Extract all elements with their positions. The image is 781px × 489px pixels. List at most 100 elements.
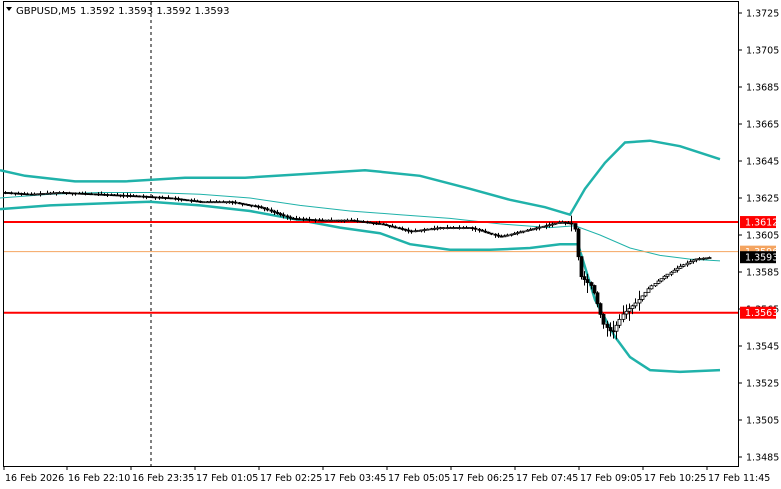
y-tick-label: 1.3545: [746, 342, 779, 353]
candle-bull: [531, 228, 536, 231]
candle-bull: [35, 193, 40, 196]
candle-bear: [483, 230, 488, 233]
candle-bull: [435, 227, 440, 230]
x-tick-label: 17 Feb 02:25: [260, 473, 322, 484]
candle-bear: [291, 217, 296, 220]
candle-bull: [669, 271, 674, 275]
candle-bull: [633, 302, 638, 307]
candle-bear: [384, 224, 389, 226]
candle-bull: [550, 223, 555, 226]
candle-bear: [61, 192, 66, 194]
candle-bull: [617, 318, 622, 326]
candle-bull: [457, 227, 462, 230]
candle-bull: [649, 285, 654, 290]
candle-bear: [489, 232, 494, 235]
candle-bull: [525, 229, 530, 232]
candle-bear: [121, 194, 126, 197]
y-tick-label: 1.3725: [746, 9, 779, 20]
chart-svg: 1.3725 1.3705 1.3685 1.3665 1.3645 1.3625 1.36…: [0, 1, 779, 484]
candle-bear: [185, 199, 190, 202]
candle-bear: [573, 223, 578, 230]
candle-bear: [192, 200, 197, 202]
x-tick-label: 16 Feb 2026: [5, 473, 64, 484]
candle-bear: [352, 219, 357, 222]
candle-bear: [105, 194, 110, 196]
candle-bull: [537, 226, 542, 229]
candle-bull: [707, 257, 712, 259]
x-tick-label: 17 Feb 03:45: [324, 473, 386, 484]
candle-bull: [560, 221, 565, 224]
candle-bull: [630, 305, 635, 309]
y-tick-label: 1.3485: [746, 453, 779, 464]
candle-bull: [704, 257, 709, 260]
candle-bear: [22, 193, 27, 196]
y-tick-label: 1.3705: [746, 46, 779, 57]
candle-bull: [637, 299, 642, 304]
candle-bear: [307, 218, 312, 221]
y-axis: 1.3725 1.3705 1.3685 1.3665 1.3645 1.3625 1.36…: [738, 9, 779, 464]
y-tick-label: 1.3665: [746, 120, 779, 131]
candle-bull: [653, 282, 658, 287]
candle-bear: [265, 208, 270, 211]
candle-bear: [153, 196, 158, 199]
candle-bear: [73, 192, 78, 195]
candle-bear: [89, 193, 94, 196]
candle-bull: [701, 257, 706, 260]
candle-bull: [333, 219, 338, 222]
candle-bear: [166, 197, 171, 200]
candle-bear: [496, 234, 501, 237]
candle-bull: [688, 261, 693, 264]
candle-bull: [54, 192, 59, 195]
candle-bull: [342, 219, 347, 222]
price-label-1.3612: 1.3612: [745, 218, 778, 229]
candle-bear: [397, 227, 402, 230]
candle-bear: [294, 218, 299, 220]
candle-bull: [438, 227, 443, 230]
candle-bull: [217, 201, 222, 204]
candle-bear: [182, 198, 187, 201]
candle-bear: [176, 198, 181, 200]
x-tick-label: 17 Feb 09:05: [580, 473, 642, 484]
candle-bear: [285, 215, 290, 218]
candle-bear: [598, 303, 603, 315]
candle-bull: [515, 232, 520, 235]
candle-bear: [576, 228, 581, 258]
candle-bull: [326, 219, 331, 222]
candle-bear: [112, 194, 117, 197]
candle-bear: [115, 194, 120, 197]
x-tick-label: 17 Feb 05:05: [388, 473, 450, 484]
candle-bull: [528, 229, 533, 231]
candle-bull: [505, 234, 510, 237]
candle-bull: [448, 227, 453, 230]
candle-bull: [461, 227, 466, 230]
candle-bear: [195, 200, 200, 203]
candle-bull: [413, 230, 418, 233]
candle-bear: [240, 202, 245, 205]
candle-bear: [313, 219, 318, 222]
candle-bull: [553, 222, 558, 225]
x-tick-label: 16 Feb 23:35: [132, 473, 194, 484]
candle-bull: [416, 229, 421, 232]
candle-bull: [557, 221, 562, 224]
candle-bull: [521, 230, 526, 233]
candle-bull: [336, 219, 341, 222]
candle-bull: [502, 235, 507, 238]
candle-bear: [249, 204, 254, 207]
plot-area: [3, 1, 739, 467]
candle-bear: [409, 230, 414, 233]
candle-bear: [272, 210, 277, 213]
candle-bull: [672, 269, 677, 273]
y-tick-label: 1.3525: [746, 379, 779, 390]
candle-bull: [454, 227, 459, 230]
candle-bull: [464, 227, 469, 230]
candle-bull: [640, 295, 645, 300]
candle-bear: [262, 207, 267, 210]
candle-bear: [80, 192, 85, 195]
candle-bear: [246, 204, 251, 206]
candle-bear: [173, 197, 178, 200]
candle-bear: [320, 219, 325, 222]
candle-bull: [422, 229, 427, 231]
candle-bear: [144, 195, 149, 198]
candle-bear: [563, 221, 568, 224]
candle-bear: [99, 193, 104, 196]
